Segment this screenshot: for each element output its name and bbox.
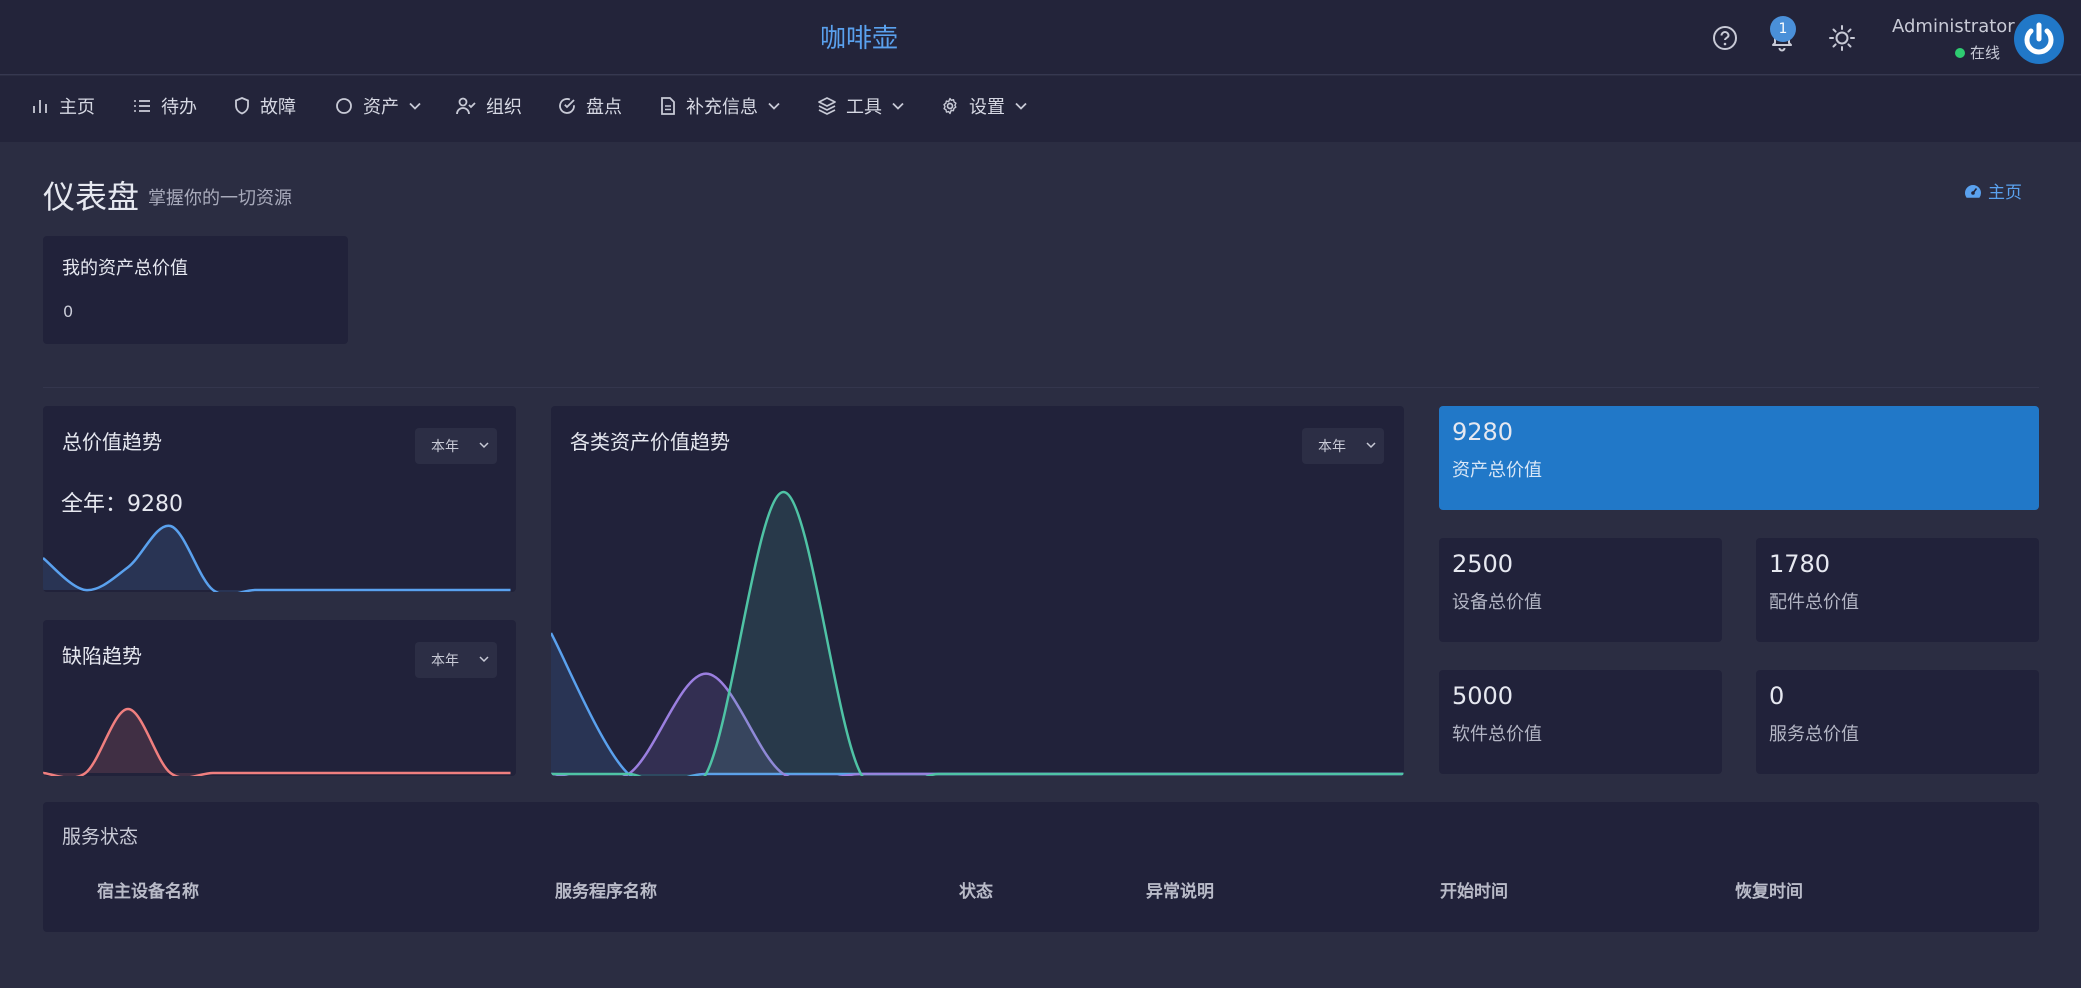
nav-label: 资产 [363,97,399,118]
series-1-area [43,709,511,776]
chevron-down-icon [1366,442,1376,449]
total-trend-chart [43,524,511,592]
file-icon [661,97,675,115]
table-header-exception[interactable]: 异常说明 [1146,877,1214,902]
defect-trend-card: 缺陷趋势 本年 [43,620,516,776]
notification-badge: 1 [1770,16,1796,42]
service-status-card: 服务状态 [43,802,2039,932]
page-subtitle: 掌握你的一切资源 [148,188,292,209]
online-dot [1955,47,1965,58]
nav-label: 组织 [486,97,522,118]
list-icon [134,100,150,112]
avatar[interactable] [2014,14,2064,64]
bar-chart-icon [33,100,47,113]
service-value-card: 0 服务总价值 [1756,670,2039,774]
chevron-down-icon [479,442,489,449]
defect-trend-period-select[interactable]: 本年 [415,642,497,678]
my-assets-value: 0 [63,302,74,321]
total-trend-title: 总价值趋势 [62,430,162,454]
table-header-recovery-time[interactable]: 恢复时间 [1735,877,1803,902]
software-value-label: 软件总价值 [1452,724,1542,745]
category-trend-title: 各类资产价值趋势 [570,430,730,454]
service-value: 0 [1769,682,1785,710]
software-value: 5000 [1452,682,1514,710]
parts-value: 1780 [1769,550,1831,578]
page-title: 仪表盘 [43,178,140,216]
nav-item-org[interactable]: 组织 [456,76,522,136]
circle-icon [336,98,352,114]
nav-item-extra-info[interactable]: 补充信息 [660,76,780,136]
nav-label: 故障 [260,97,296,118]
user-status-text: 在线 [1970,44,2001,62]
nav-item-settings[interactable]: 设置 [941,76,1027,136]
nav-item-fault[interactable]: 故障 [234,76,296,136]
total-asset-value: 9280 [1452,418,1514,446]
nav-item-todo[interactable]: 待办 [133,76,197,136]
nav-item-tools[interactable]: 工具 [818,76,904,136]
device-value-label: 设备总价值 [1452,592,1542,613]
parts-value-card: 1780 配件总价值 [1756,538,2039,642]
breadcrumb[interactable]: 主页 [1964,178,2022,203]
nav-label: 盘点 [586,97,622,118]
nav-label: 设置 [969,97,1005,118]
select-value: 本年 [431,653,459,669]
layers-icon [818,97,836,115]
software-value-card: 5000 软件总价值 [1439,670,1722,774]
table-header-host[interactable]: 宿主设备名称 [97,877,199,902]
nav-label: 工具 [846,97,882,118]
service-value-label: 服务总价值 [1769,724,1859,745]
defect-trend-title: 缺陷趋势 [62,644,142,668]
help-icon[interactable] [1711,24,1739,52]
series-1-area [43,525,511,592]
table-header-start-time[interactable]: 开始时间 [1440,877,1508,902]
device-value: 2500 [1452,550,1514,578]
user-status: 在线 [1955,42,2000,63]
my-assets-title: 我的资产总价值 [62,258,188,279]
check-circle-icon [559,98,575,114]
series-2-area [551,673,1404,776]
nav-label: 待办 [161,97,197,118]
total-value-trend-card: 总价值趋势 本年 全年：9280 [43,406,516,592]
breadcrumb-label: 主页 [1988,183,2022,203]
nav-bar: 主页 待办 故障 资产 组织 盘点 补充信息 工具 设置 [0,76,2081,142]
chevron-down-icon [1015,102,1027,110]
total-asset-value-label: 资产总价值 [1452,460,1542,481]
sun-icon[interactable] [1828,24,1856,52]
service-status-title: 服务状态 [62,826,139,848]
chevron-down-icon [768,102,780,110]
nav-label: 主页 [59,97,95,118]
dashboard-icon [1965,184,1981,198]
nav-item-inventory[interactable]: 盘点 [558,76,622,136]
top-bar: 咖啡壶 1 Administrator 在线 [0,0,2081,75]
category-trend-chart [551,490,1404,776]
app-title[interactable]: 咖啡壶 [820,18,898,55]
shield-icon [235,97,249,115]
gear-icon [943,97,957,115]
table-header-status[interactable]: 状态 [959,877,993,902]
chevron-down-icon [409,102,421,110]
select-value: 本年 [1318,439,1346,455]
total-asset-value-card: 9280 资产总价值 [1439,406,2039,510]
select-value: 本年 [431,439,459,455]
user-check-icon [456,97,476,115]
category-trend-card: 各类资产价值趋势 本年 [551,406,1404,776]
nav-item-assets[interactable]: 资产 [335,76,421,136]
parts-value-label: 配件总价值 [1769,592,1859,613]
chevron-down-icon [892,102,904,110]
nav-label: 补充信息 [686,97,758,118]
device-value-card: 2500 设备总价值 [1439,538,1722,642]
defect-trend-chart [43,707,511,776]
chevron-down-icon [479,656,489,663]
my-assets-card: 我的资产总价值 0 [43,236,348,344]
nav-item-home[interactable]: 主页 [31,76,95,136]
category-trend-period-select[interactable]: 本年 [1302,428,1384,464]
section-divider [43,387,2039,388]
total-trend-period-select[interactable]: 本年 [415,428,497,464]
table-header-service[interactable]: 服务程序名称 [555,877,657,902]
user-name[interactable]: Administrator [1892,16,2015,37]
